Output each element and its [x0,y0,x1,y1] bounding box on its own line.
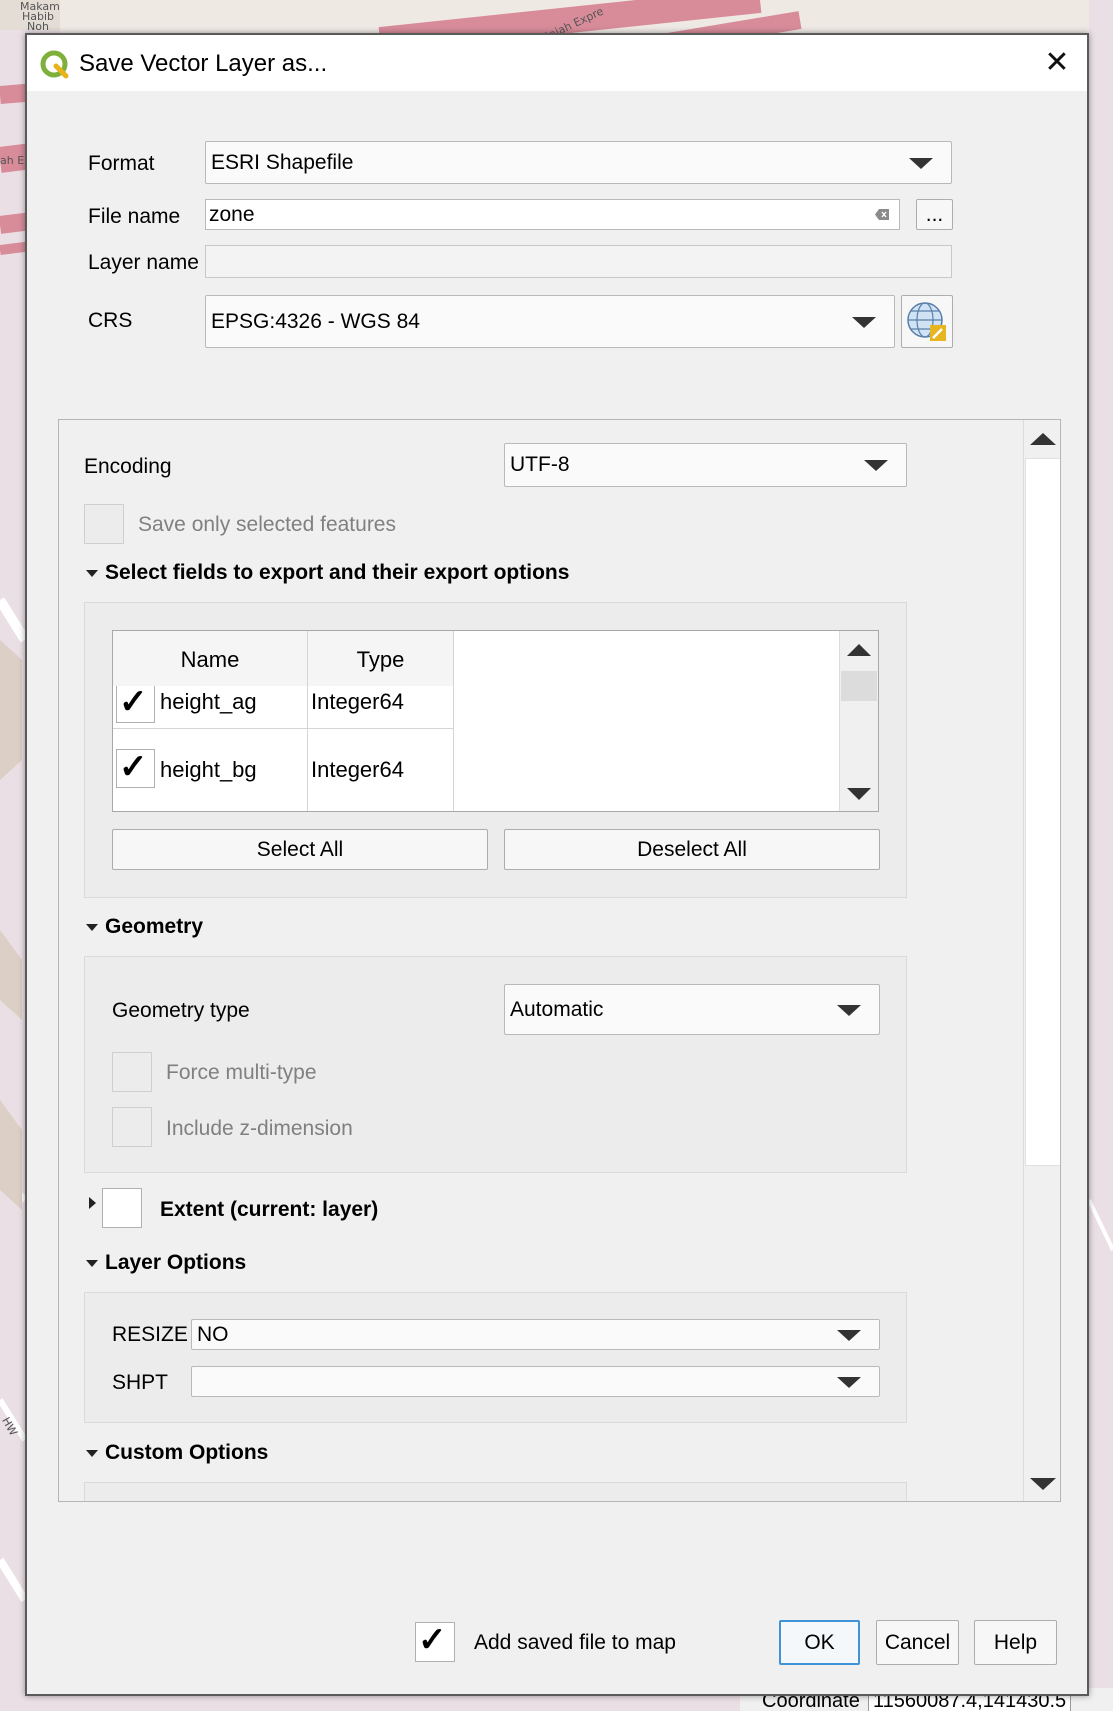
help-button[interactable]: Help [974,1620,1057,1665]
scroll-down-icon[interactable] [847,788,871,800]
table-scrollbar[interactable] [839,631,878,811]
custom-options-section-title[interactable]: Custom Options [105,1441,268,1465]
scroll-up-icon[interactable] [847,644,871,656]
collapse-arrow-icon[interactable] [86,924,98,931]
layer-name-label: Layer name [88,251,199,274]
crs-label: CRS [88,309,133,332]
column-header-name[interactable]: Name [113,631,308,686]
resize-combo[interactable]: NO [191,1319,880,1350]
fields-section-title[interactable]: Select fields to export and their export… [105,561,569,585]
include-z-label: Include z-dimension [166,1117,353,1140]
deselect-all-label: Deselect All [637,837,747,861]
force-multi-checkbox[interactable] [112,1052,152,1092]
resize-value: NO [197,1322,229,1346]
format-label: Format [88,152,155,175]
expand-arrow-icon[interactable] [89,1197,96,1209]
custom-options-group [84,1482,907,1501]
field-type: Integer64 [311,757,404,782]
collapse-arrow-icon[interactable] [86,1450,98,1457]
save-vector-layer-dialog: Save Vector Layer as... ✕ Format ESRI Sh… [25,33,1089,1696]
help-label: Help [993,1630,1038,1654]
field-name: height_bg [160,757,257,782]
format-value: ESRI Shapefile [211,150,354,174]
save-only-selected-label: Save only selected features [138,513,396,536]
browse-button[interactable]: ... [916,199,953,230]
layer-options-group: RESIZE NO SHPT [84,1292,907,1423]
checkmark-icon: ✓ [418,1621,447,1659]
select-all-label: Select All [256,837,344,861]
chevron-down-icon [837,1004,861,1016]
chevron-down-icon [837,1376,861,1388]
dialog-titlebar[interactable]: Save Vector Layer as... ✕ [27,35,1087,91]
extent-section-title[interactable]: Extent (current: layer) [160,1198,378,1222]
chevron-down-icon [909,157,933,169]
column-header-type[interactable]: Type [308,631,454,686]
table-row[interactable]: ✓ height_bg Integer64 [113,729,453,811]
checkmark-icon: ✓ [119,748,148,786]
file-name-value: zone [209,202,255,226]
format-combo[interactable]: ESRI Shapefile [205,141,952,184]
select-all-button[interactable]: Select All [112,829,488,870]
field-name: height_ag [160,689,257,714]
checkmark-icon: ✓ [119,683,148,721]
field-checkbox[interactable]: ✓ [116,749,155,788]
scroll-thumb[interactable] [841,671,877,701]
file-name-input[interactable]: zone [205,199,900,230]
force-multi-label: Force multi-type [166,1061,317,1084]
map-label: Noh [27,20,49,33]
fields-group: ✓ height_ag Integer64 ✓ height_bg Intege… [84,602,907,898]
layer-name-input[interactable] [205,245,952,278]
deselect-all-button[interactable]: Deselect All [504,829,880,870]
add-to-map-label: Add saved file to map [474,1631,676,1654]
chevron-down-icon [852,316,876,328]
geometry-type-combo[interactable]: Automatic [504,984,880,1035]
chevron-down-icon [837,1329,861,1341]
browse-label: ... [925,202,944,226]
file-name-label: File name [88,205,181,228]
option-name-shpt: SHPT [112,1371,169,1394]
geometry-type-label: Geometry type [112,999,250,1022]
ok-button[interactable]: OK [779,1620,860,1665]
field-type: Integer64 [311,689,404,714]
ok-label: OK [804,1630,835,1654]
geometry-section-title[interactable]: Geometry [105,915,203,939]
include-z-checkbox[interactable] [112,1107,152,1147]
geometry-group: Geometry type Automatic Force multi-type… [84,956,907,1173]
collapse-arrow-icon[interactable] [86,1260,98,1267]
globe-icon [907,302,946,341]
layer-options-section-title[interactable]: Layer Options [105,1251,246,1275]
column-header-label: Type [356,647,405,672]
dialog-title: Save Vector Layer as... [79,50,328,77]
extent-checkbox[interactable] [102,1188,142,1228]
close-icon[interactable]: ✕ [1039,45,1075,81]
column-header-label: Name [180,647,240,672]
column-divider [307,729,308,811]
encoding-value: UTF-8 [510,453,570,476]
shpt-combo[interactable] [191,1366,880,1397]
crs-combo[interactable]: EPSG:4326 - WGS 84 [205,295,895,348]
scroll-down-icon[interactable] [1030,1478,1056,1490]
fields-table[interactable]: ✓ height_ag Integer64 ✓ height_bg Intege… [112,630,879,812]
clear-icon[interactable] [875,208,889,220]
option-name-resize: RESIZE [112,1323,188,1346]
add-to-map-checkbox[interactable]: ✓ [415,1622,455,1662]
scroll-up-icon[interactable] [1030,433,1056,445]
geometry-type-value: Automatic [510,997,604,1021]
crs-value: EPSG:4326 - WGS 84 [211,309,420,333]
encoding-combo[interactable]: UTF-8 [504,443,907,487]
encoding-label: Encoding [84,455,172,478]
chevron-down-icon [864,460,888,471]
qgis-icon [40,50,69,79]
save-only-selected-checkbox[interactable] [84,504,124,544]
cancel-button[interactable]: Cancel [876,1620,959,1665]
options-scroll-area[interactable]: Encoding UTF-8 Save only selected featur… [58,419,1061,1502]
field-checkbox[interactable]: ✓ [116,684,155,723]
cancel-label: Cancel [884,1630,951,1654]
collapse-arrow-icon[interactable] [86,570,98,577]
crs-selector-button[interactable] [901,295,953,348]
options-scrollbar[interactable] [1023,420,1060,1501]
scroll-thumb[interactable] [1025,458,1060,1166]
